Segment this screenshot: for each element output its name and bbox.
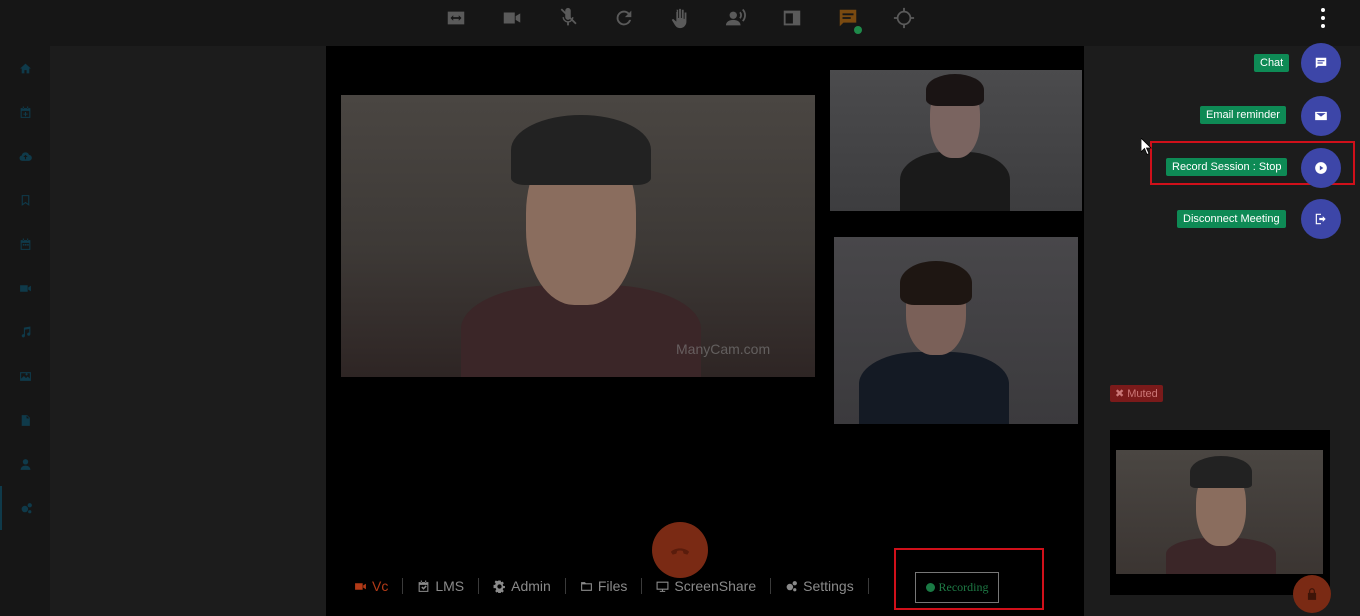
envelope-icon	[1315, 111, 1327, 121]
mic-off-icon[interactable]	[554, 4, 582, 32]
muted-badge: ✖ Muted	[1110, 385, 1163, 402]
participant-body	[859, 352, 1009, 424]
tab-screenshare[interactable]: ScreenShare	[642, 578, 772, 594]
left-panel	[50, 46, 326, 616]
chat-status-dot	[854, 26, 862, 34]
tab-admin-label: Admin	[511, 578, 551, 594]
tab-lms[interactable]: LMS	[403, 578, 480, 594]
main-video-feed[interactable]: ManyCam.com	[341, 95, 815, 377]
top-toolbar	[0, 0, 1360, 46]
tab-vc-label: Vc	[372, 578, 389, 594]
recording-indicator[interactable]: Recording	[915, 572, 999, 603]
recording-dot	[925, 583, 935, 592]
participant-video-a[interactable]	[830, 70, 1082, 211]
lock-icon	[1307, 588, 1317, 600]
user-icon[interactable]	[0, 442, 50, 486]
watermark: ManyCam.com	[676, 341, 771, 357]
fit-screen-icon[interactable]	[442, 4, 470, 32]
bottom-nav: Vc LMS Admin Files ScreenShare Settings	[340, 575, 869, 597]
chat-icon[interactable]	[834, 4, 862, 34]
headphones-icon	[511, 115, 651, 185]
participant-video-b[interactable]	[834, 237, 1078, 424]
video-icon	[355, 582, 366, 590]
calendar-icon[interactable]	[0, 222, 50, 266]
headphones-icon	[1190, 456, 1252, 488]
self-video-feed[interactable]	[1116, 450, 1323, 574]
email-reminder-label[interactable]: Email reminder	[1200, 106, 1286, 124]
chat-icon	[1315, 57, 1327, 69]
cogs-icon	[786, 580, 798, 591]
tab-lms-label: LMS	[435, 578, 465, 594]
home-icon[interactable]	[0, 46, 50, 90]
tab-files-label: Files	[597, 578, 628, 594]
image-icon[interactable]	[0, 354, 50, 398]
document-icon[interactable]	[0, 398, 50, 442]
chat-label[interactable]: Chat	[1254, 54, 1290, 72]
layout-icon[interactable]	[778, 4, 806, 32]
speaker-person-icon[interactable]	[722, 4, 750, 32]
chat-fab-button[interactable]	[1301, 43, 1341, 83]
play-circle-icon	[1315, 162, 1327, 174]
tab-settings[interactable]: Settings	[771, 578, 869, 594]
tab-screenshare-label: ScreenShare	[674, 578, 757, 594]
tab-settings-label: Settings	[803, 578, 854, 594]
bookmark-icon[interactable]	[0, 178, 50, 222]
mouse-cursor-icon	[1141, 138, 1152, 156]
mic-off-icon: ✖	[1115, 388, 1125, 400]
folder-icon	[580, 581, 592, 591]
sign-out-icon	[1315, 213, 1326, 225]
hang-up-button[interactable]	[652, 522, 708, 578]
left-sidebar	[0, 46, 50, 616]
participant-body	[900, 152, 1010, 211]
video-icon[interactable]	[0, 266, 50, 310]
video-camera-icon[interactable]	[498, 4, 526, 32]
record-session-fab-button[interactable]	[1301, 148, 1341, 188]
more-options-icon[interactable]	[1316, 8, 1330, 28]
calendar-add-icon[interactable]	[0, 90, 50, 134]
hair	[900, 261, 972, 305]
cogs-icon[interactable]	[0, 486, 50, 530]
monitor-icon	[656, 581, 669, 592]
tab-admin[interactable]: Admin	[479, 578, 566, 594]
raise-hand-icon[interactable]	[666, 4, 694, 32]
cloud-upload-icon[interactable]	[0, 134, 50, 178]
disconnect-fab-button[interactable]	[1301, 199, 1341, 239]
disconnect-meeting-label[interactable]: Disconnect Meeting	[1177, 210, 1286, 228]
calendar-check-icon	[418, 580, 429, 592]
hair	[926, 74, 984, 106]
music-icon[interactable]	[0, 310, 50, 354]
muted-label: Muted	[1127, 387, 1158, 400]
tab-files[interactable]: Files	[566, 578, 643, 594]
recording-label: Recording	[938, 580, 989, 594]
gear-icon	[493, 580, 506, 593]
email-reminder-fab-button[interactable]	[1301, 96, 1341, 136]
record-session-label[interactable]: Record Session : Stop	[1166, 158, 1288, 176]
refresh-icon[interactable]	[610, 4, 638, 32]
lock-button[interactable]	[1293, 575, 1331, 613]
crosshair-icon[interactable]	[890, 4, 918, 32]
tab-vc[interactable]: Vc	[340, 578, 404, 594]
video-conference-app: ManyCam.com Vc LMS Admin Files ScreenSha…	[0, 0, 1360, 616]
